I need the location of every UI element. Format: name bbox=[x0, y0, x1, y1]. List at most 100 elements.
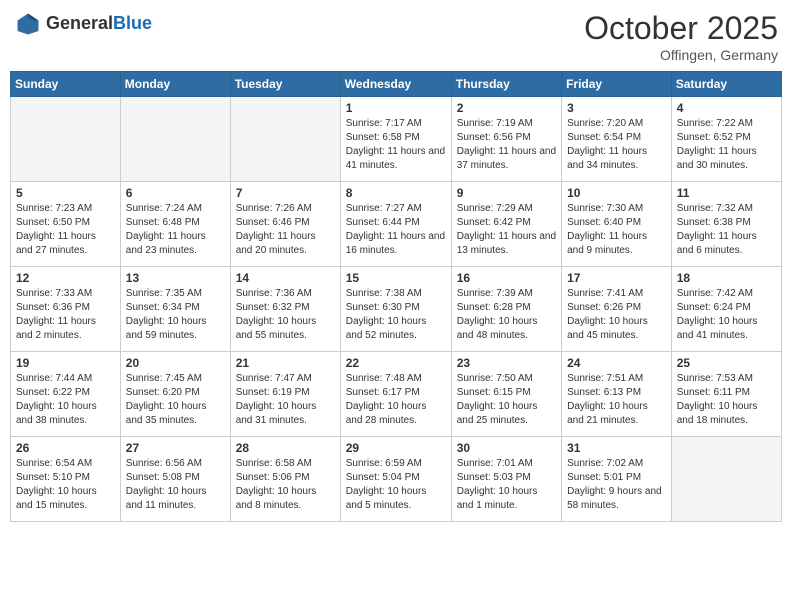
day-number: 31 bbox=[567, 441, 666, 455]
day-info: Sunrise: 7:44 AMSunset: 6:22 PMDaylight:… bbox=[16, 372, 115, 428]
day-number: 26 bbox=[16, 441, 115, 455]
logo: GeneralBlue bbox=[14, 10, 152, 38]
calendar-cell: 7 Sunrise: 7:26 AMSunset: 6:46 PMDaylight… bbox=[230, 182, 340, 267]
day-number: 29 bbox=[346, 441, 446, 455]
day-info: Sunrise: 7:26 AMSunset: 6:46 PMDaylight:… bbox=[236, 202, 335, 258]
calendar-cell: 13 Sunrise: 7:35 AMSunset: 6:34 PMDayligh… bbox=[120, 267, 230, 352]
calendar-cell: 1 Sunrise: 7:17 AMSunset: 6:58 PMDaylight… bbox=[340, 97, 451, 182]
day-number: 9 bbox=[457, 186, 556, 200]
day-number: 30 bbox=[457, 441, 556, 455]
day-number: 16 bbox=[457, 271, 556, 285]
calendar-cell: 22Sunrise: 7:48 AMSunset: 6:17 PMDayligh… bbox=[340, 352, 451, 437]
day-info: Sunrise: 7:27 AMSunset: 6:44 PMDaylight:… bbox=[346, 202, 446, 258]
day-info: Sunrise: 6:59 AMSunset: 5:04 PMDaylight:… bbox=[346, 457, 446, 513]
calendar-cell: 29 Sunrise: 6:59 AMSunset: 5:04 PMDayligh… bbox=[340, 437, 451, 522]
calendar-cell: 11 Sunrise: 7:32 AMSunset: 6:38 PMDayligh… bbox=[671, 182, 781, 267]
title-block: October 2025 Offingen, Germany bbox=[584, 10, 778, 63]
week-row-1: 1 Sunrise: 7:17 AMSunset: 6:58 PMDaylight… bbox=[11, 97, 782, 182]
day-info: Sunrise: 7:17 AMSunset: 6:58 PMDaylight:… bbox=[346, 117, 446, 173]
day-number: 24 bbox=[567, 356, 666, 370]
day-info: Sunrise: 7:33 AMSunset: 6:36 PMDaylight:… bbox=[16, 287, 115, 343]
weekday-header-monday: Monday bbox=[120, 72, 230, 97]
day-number: 17 bbox=[567, 271, 666, 285]
day-number: 12 bbox=[16, 271, 115, 285]
day-number: 7 bbox=[236, 186, 335, 200]
weekday-header-thursday: Thursday bbox=[451, 72, 561, 97]
day-number: 3 bbox=[567, 101, 666, 115]
day-info: Sunrise: 7:47 AMSunset: 6:19 PMDaylight:… bbox=[236, 372, 335, 428]
calendar-cell: 5 Sunrise: 7:23 AMSunset: 6:50 PMDaylight… bbox=[11, 182, 121, 267]
calendar-cell: 31 Sunrise: 7:02 AMSunset: 5:01 PMDayligh… bbox=[562, 437, 672, 522]
day-info: Sunrise: 7:22 AMSunset: 6:52 PMDaylight:… bbox=[677, 117, 776, 173]
calendar-cell: 8 Sunrise: 7:27 AMSunset: 6:44 PMDaylight… bbox=[340, 182, 451, 267]
calendar-cell: 6Sunrise: 7:24 AMSunset: 6:48 PMDaylight… bbox=[120, 182, 230, 267]
day-info: Sunrise: 7:36 AMSunset: 6:32 PMDaylight:… bbox=[236, 287, 335, 343]
day-info: Sunrise: 7:23 AMSunset: 6:50 PMDaylight:… bbox=[16, 202, 115, 258]
day-number: 10 bbox=[567, 186, 666, 200]
logo-blue-text: Blue bbox=[113, 13, 152, 35]
weekday-header-wednesday: Wednesday bbox=[340, 72, 451, 97]
weekday-header-saturday: Saturday bbox=[671, 72, 781, 97]
day-number: 23 bbox=[457, 356, 556, 370]
calendar-cell: 4Sunrise: 7:22 AMSunset: 6:52 PMDaylight… bbox=[671, 97, 781, 182]
day-info: Sunrise: 6:54 AMSunset: 5:10 PMDaylight:… bbox=[16, 457, 115, 513]
day-info: Sunrise: 7:39 AMSunset: 6:28 PMDaylight:… bbox=[457, 287, 556, 343]
calendar-cell: 28Sunrise: 6:58 AMSunset: 5:06 PMDayligh… bbox=[230, 437, 340, 522]
calendar-cell: 17Sunrise: 7:41 AMSunset: 6:26 PMDayligh… bbox=[562, 267, 672, 352]
weekday-header-friday: Friday bbox=[562, 72, 672, 97]
weekday-header-row: SundayMondayTuesdayWednesdayThursdayFrid… bbox=[11, 72, 782, 97]
day-number: 8 bbox=[346, 186, 446, 200]
logo-icon bbox=[14, 10, 42, 38]
day-number: 5 bbox=[16, 186, 115, 200]
day-info: Sunrise: 7:19 AMSunset: 6:56 PMDaylight:… bbox=[457, 117, 556, 173]
calendar-cell: 18 Sunrise: 7:42 AMSunset: 6:24 PMDayligh… bbox=[671, 267, 781, 352]
calendar-table: SundayMondayTuesdayWednesdayThursdayFrid… bbox=[10, 71, 782, 522]
day-number: 25 bbox=[677, 356, 776, 370]
week-row-5: 26 Sunrise: 6:54 AMSunset: 5:10 PMDayligh… bbox=[11, 437, 782, 522]
calendar-cell: 12 Sunrise: 7:33 AMSunset: 6:36 PMDayligh… bbox=[11, 267, 121, 352]
day-info: Sunrise: 7:45 AMSunset: 6:20 PMDaylight:… bbox=[126, 372, 225, 428]
calendar-cell bbox=[120, 97, 230, 182]
day-info: Sunrise: 7:42 AMSunset: 6:24 PMDaylight:… bbox=[677, 287, 776, 343]
day-number: 15 bbox=[346, 271, 446, 285]
location-subtitle: Offingen, Germany bbox=[584, 47, 778, 63]
calendar-cell: 10 Sunrise: 7:30 AMSunset: 6:40 PMDayligh… bbox=[562, 182, 672, 267]
day-info: Sunrise: 7:30 AMSunset: 6:40 PMDaylight:… bbox=[567, 202, 666, 258]
calendar-cell: 3 Sunrise: 7:20 AMSunset: 6:54 PMDaylight… bbox=[562, 97, 672, 182]
day-number: 19 bbox=[16, 356, 115, 370]
calendar-cell bbox=[230, 97, 340, 182]
day-number: 20 bbox=[126, 356, 225, 370]
day-info: Sunrise: 7:51 AMSunset: 6:13 PMDaylight:… bbox=[567, 372, 666, 428]
week-row-2: 5 Sunrise: 7:23 AMSunset: 6:50 PMDaylight… bbox=[11, 182, 782, 267]
day-info: Sunrise: 7:32 AMSunset: 6:38 PMDaylight:… bbox=[677, 202, 776, 258]
weekday-header-tuesday: Tuesday bbox=[230, 72, 340, 97]
day-number: 1 bbox=[346, 101, 446, 115]
logo-general-text: General bbox=[46, 13, 113, 35]
calendar-cell: 2Sunrise: 7:19 AMSunset: 6:56 PMDaylight… bbox=[451, 97, 561, 182]
day-info: Sunrise: 7:02 AMSunset: 5:01 PMDaylight:… bbox=[567, 457, 666, 513]
calendar-cell: 20 Sunrise: 7:45 AMSunset: 6:20 PMDayligh… bbox=[120, 352, 230, 437]
calendar-cell: 26 Sunrise: 6:54 AMSunset: 5:10 PMDayligh… bbox=[11, 437, 121, 522]
day-number: 27 bbox=[126, 441, 225, 455]
month-title: October 2025 bbox=[584, 10, 778, 47]
day-info: Sunrise: 7:29 AMSunset: 6:42 PMDaylight:… bbox=[457, 202, 556, 258]
weekday-header-sunday: Sunday bbox=[11, 72, 121, 97]
day-info: Sunrise: 6:56 AMSunset: 5:08 PMDaylight:… bbox=[126, 457, 225, 513]
calendar-cell bbox=[11, 97, 121, 182]
day-number: 11 bbox=[677, 186, 776, 200]
day-info: Sunrise: 7:20 AMSunset: 6:54 PMDaylight:… bbox=[567, 117, 666, 173]
day-number: 6 bbox=[126, 186, 225, 200]
day-number: 18 bbox=[677, 271, 776, 285]
week-row-3: 12 Sunrise: 7:33 AMSunset: 6:36 PMDayligh… bbox=[11, 267, 782, 352]
day-number: 13 bbox=[126, 271, 225, 285]
day-info: Sunrise: 7:01 AMSunset: 5:03 PMDaylight:… bbox=[457, 457, 556, 513]
calendar-cell: 24 Sunrise: 7:51 AMSunset: 6:13 PMDayligh… bbox=[562, 352, 672, 437]
calendar-cell: 16 Sunrise: 7:39 AMSunset: 6:28 PMDayligh… bbox=[451, 267, 561, 352]
calendar-cell: 14Sunrise: 7:36 AMSunset: 6:32 PMDayligh… bbox=[230, 267, 340, 352]
calendar-cell: 19 Sunrise: 7:44 AMSunset: 6:22 PMDayligh… bbox=[11, 352, 121, 437]
calendar-cell: 15Sunrise: 7:38 AMSunset: 6:30 PMDayligh… bbox=[340, 267, 451, 352]
calendar-cell: 27 Sunrise: 6:56 AMSunset: 5:08 PMDayligh… bbox=[120, 437, 230, 522]
day-info: Sunrise: 7:53 AMSunset: 6:11 PMDaylight:… bbox=[677, 372, 776, 428]
day-info: Sunrise: 7:35 AMSunset: 6:34 PMDaylight:… bbox=[126, 287, 225, 343]
day-number: 28 bbox=[236, 441, 335, 455]
